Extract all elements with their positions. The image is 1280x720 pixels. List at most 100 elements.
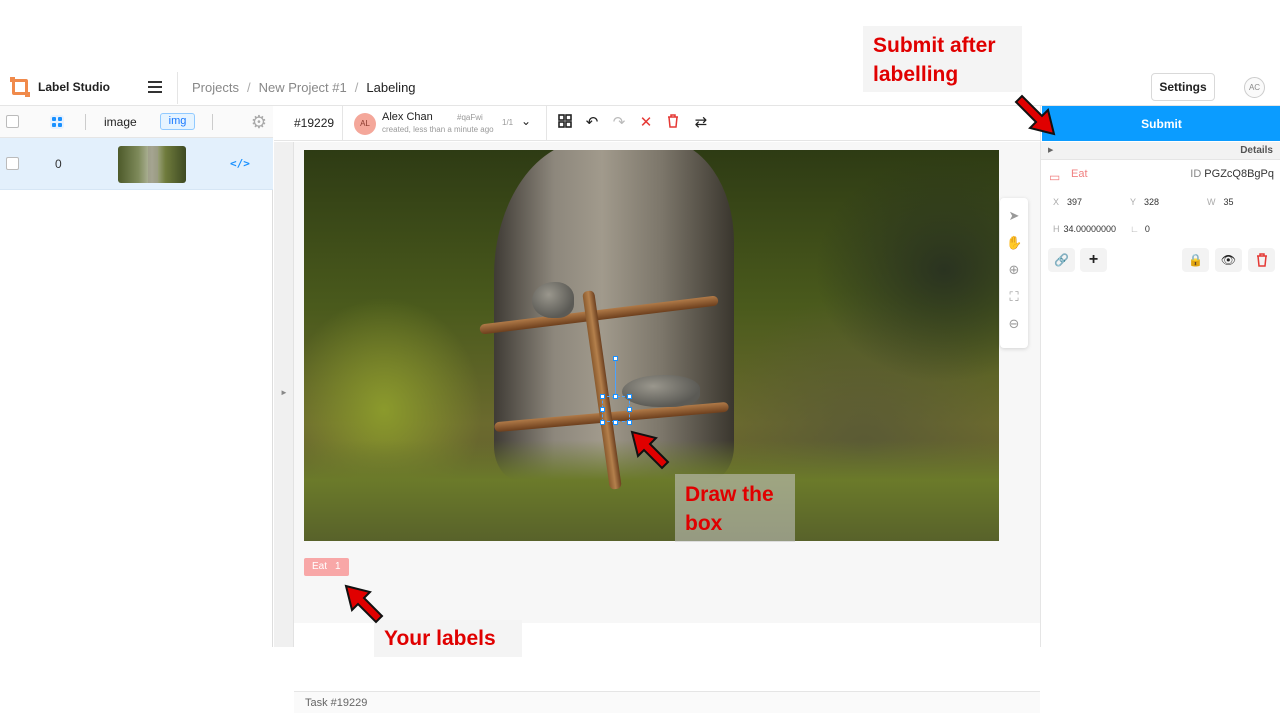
- resize-handle[interactable]: [627, 407, 632, 412]
- hamburger-menu-icon[interactable]: [148, 81, 162, 93]
- region-rect-icon: ▭: [1049, 170, 1061, 184]
- table-row[interactable]: 0 </>: [0, 138, 273, 190]
- footer-task-label: Task #19229: [305, 697, 368, 709]
- redo-icon[interactable]: ↷: [610, 114, 628, 132]
- label-studio-logo-icon[interactable]: [10, 77, 30, 97]
- select-all-checkbox[interactable]: [6, 115, 19, 128]
- field-h[interactable]: H 34.00000000: [1053, 224, 1123, 234]
- image-type-tag: img: [160, 113, 195, 130]
- add-icon[interactable]: +: [1080, 248, 1107, 272]
- field-w-key: W: [1207, 197, 1216, 207]
- breadcrumb-project[interactable]: New Project #1: [259, 80, 347, 95]
- resize-handle[interactable]: [600, 420, 605, 425]
- field-y[interactable]: Y 328: [1130, 197, 1159, 207]
- column-header-image[interactable]: image: [104, 115, 137, 129]
- task-thumbnail: [118, 146, 186, 183]
- breadcrumb: Projects / New Project #1 / Labeling: [192, 80, 416, 95]
- undo-icon[interactable]: ↶: [583, 114, 601, 132]
- resize-handle[interactable]: [600, 394, 605, 399]
- field-h-value: 34.00000000: [1063, 224, 1117, 234]
- swap-icon[interactable]: ⇄: [692, 114, 710, 132]
- bird-lower: [622, 375, 700, 407]
- annotation-hash: #qaFwi: [457, 113, 483, 122]
- settings-button[interactable]: Settings: [1151, 73, 1215, 101]
- annotation-created: created, less than a minute ago: [382, 125, 494, 134]
- annotator-name: Alex Chan: [382, 111, 433, 123]
- column-divider: [85, 114, 86, 130]
- details-header[interactable]: ▶ Details: [1041, 142, 1280, 160]
- label-studio-app: Label Studio Projects / New Project #1 / Lab…: [0, 68, 1280, 713]
- task-footer: Task #19229: [294, 691, 1040, 713]
- grid-icon[interactable]: [556, 114, 574, 132]
- callout-submit: Submit after labelling: [863, 26, 1022, 92]
- labeling-image[interactable]: [304, 150, 999, 541]
- resize-handle[interactable]: [613, 420, 618, 425]
- field-h-key: H: [1053, 224, 1060, 234]
- expand-arrow-icon[interactable]: ▶: [1048, 146, 1053, 154]
- rotation-handle[interactable]: [613, 356, 618, 361]
- field-x-key: X: [1053, 197, 1060, 207]
- field-angle-value: 0: [1144, 224, 1150, 234]
- resize-handle[interactable]: [627, 394, 632, 399]
- zoom-out-icon[interactable]: ⊖: [1006, 316, 1022, 332]
- breadcrumb-projects[interactable]: Projects: [192, 80, 239, 95]
- hand-icon[interactable]: ✋: [1006, 235, 1022, 251]
- field-angle[interactable]: ∟ 0: [1130, 224, 1150, 234]
- top-header: Label Studio Projects / New Project #1 / Lab…: [0, 68, 1280, 106]
- row-checkbox[interactable]: [6, 157, 19, 170]
- field-y-key: Y: [1130, 197, 1137, 207]
- rotation-handle-line: [615, 360, 616, 396]
- label-name: Eat: [312, 561, 328, 572]
- resize-handle[interactable]: [600, 407, 605, 412]
- label-eat[interactable]: Eat 1: [304, 558, 349, 576]
- collapse-left-panel[interactable]: ►: [274, 142, 294, 647]
- code-icon[interactable]: </>: [230, 157, 250, 170]
- field-x-value: 397: [1067, 197, 1083, 207]
- label-count: 1: [335, 561, 341, 572]
- header-divider: [177, 72, 178, 104]
- bird-upper: [532, 282, 574, 318]
- annotator-avatar: AL: [354, 113, 376, 135]
- region-label: Eat: [1071, 168, 1088, 180]
- image-canvas-area: ► ➤ ✋ ⊕ ⛶ ⊖ Eat 1: [274, 142, 1040, 647]
- brand-name[interactable]: Label Studio: [38, 80, 110, 94]
- zoom-in-icon[interactable]: ⊕: [1006, 262, 1022, 278]
- toolbar-divider: [546, 106, 547, 141]
- reset-icon[interactable]: ✕: [637, 114, 655, 132]
- details-title: Details: [1240, 145, 1273, 156]
- region-id: ID PGZcQ8BgPq: [1190, 168, 1274, 180]
- breadcrumb-separator: /: [354, 80, 359, 95]
- callout-arrow-draw-icon: [630, 430, 670, 470]
- toolbar-divider: [342, 106, 343, 141]
- region-id-value: PGZcQ8BgPq: [1204, 168, 1274, 180]
- annotation-toolbar: #19229 AL Alex Chan #qaFwi created, less…: [274, 106, 1040, 141]
- task-id: 0: [55, 157, 62, 171]
- bounding-box-eat[interactable]: [602, 396, 630, 422]
- field-y-value: 328: [1144, 197, 1160, 207]
- lock-icon[interactable]: 🔒: [1182, 248, 1209, 272]
- field-w-value: 35: [1223, 197, 1234, 207]
- field-x[interactable]: X 397: [1053, 197, 1082, 207]
- submit-button[interactable]: Submit: [1042, 106, 1280, 141]
- field-w[interactable]: W 35: [1207, 197, 1234, 207]
- field-angle-key: ∟: [1130, 224, 1139, 234]
- breadcrumb-current: Labeling: [366, 80, 416, 95]
- gear-icon[interactable]: ⚙: [249, 112, 269, 132]
- callout-arrow-labels-icon: [344, 584, 384, 624]
- details-panel: Submit ▶ Details ▭ Eat ID PGZcQ8BgPq X 397…: [1040, 106, 1280, 647]
- resize-handle[interactable]: [613, 394, 618, 399]
- callout-labels: Your labels: [374, 620, 522, 657]
- fit-icon[interactable]: ⛶: [1006, 289, 1022, 305]
- user-avatar[interactable]: AC: [1244, 77, 1265, 98]
- delete-region-icon[interactable]: [1248, 248, 1275, 272]
- resize-handle[interactable]: [627, 420, 632, 425]
- link-icon[interactable]: 🔗: [1048, 248, 1075, 272]
- breadcrumb-separator: /: [246, 80, 251, 95]
- task-list-header: image img ⚙: [0, 106, 273, 138]
- visibility-icon[interactable]: 👁: [1215, 248, 1242, 272]
- grid-view-icon[interactable]: [50, 115, 64, 129]
- callout-arrow-submit-icon: [1014, 94, 1056, 136]
- pointer-icon[interactable]: ➤: [1006, 208, 1022, 224]
- delete-icon[interactable]: [664, 114, 682, 132]
- chevron-down-icon[interactable]: ⌄: [521, 114, 531, 128]
